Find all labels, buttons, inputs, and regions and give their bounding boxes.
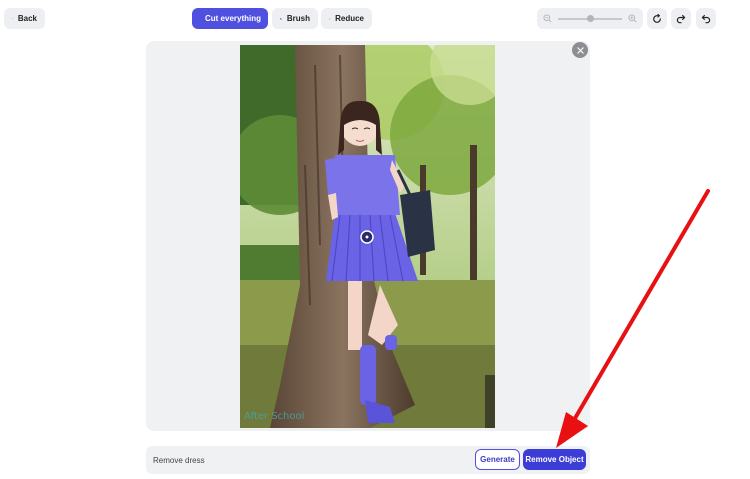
zoom-out-icon[interactable] [543, 14, 552, 23]
reset-button[interactable] [647, 8, 667, 29]
eraser-icon [329, 18, 331, 20]
zoom-slider[interactable] [558, 14, 622, 22]
brush-icon [280, 17, 282, 20]
remove-object-label: Remove Object [525, 455, 584, 464]
photo-illustration: After School [240, 45, 495, 428]
close-icon [576, 46, 584, 54]
reduce-label: Reduce [335, 14, 364, 23]
generate-label: Generate [480, 455, 515, 464]
generate-button[interactable]: Generate [475, 449, 520, 470]
zoom-slider-handle[interactable] [587, 14, 594, 22]
brush-label: Brush [286, 14, 310, 23]
reduce-button[interactable]: Reduce [321, 8, 372, 29]
back-label: Back [17, 14, 37, 23]
redo-icon [676, 14, 686, 23]
close-button[interactable] [572, 42, 588, 58]
prompt-input[interactable] [153, 452, 453, 468]
zoom-control[interactable] [537, 8, 643, 29]
undo-button[interactable] [696, 8, 716, 29]
cut-everything-button[interactable]: Cut everything [192, 8, 268, 29]
redo-button[interactable] [671, 8, 691, 29]
brush-button[interactable]: Brush [272, 8, 318, 29]
arrow-left-icon [12, 18, 13, 19]
remove-object-button[interactable]: Remove Object [523, 449, 586, 470]
cut-everything-label: Cut everything [205, 14, 262, 23]
back-button[interactable]: Back [4, 8, 45, 29]
rotate-icon [653, 13, 661, 23]
zoom-in-icon[interactable] [628, 14, 637, 23]
photo-watermark: After School [244, 411, 304, 422]
photo-canvas[interactable]: After School [240, 45, 495, 428]
undo-icon [701, 14, 711, 23]
